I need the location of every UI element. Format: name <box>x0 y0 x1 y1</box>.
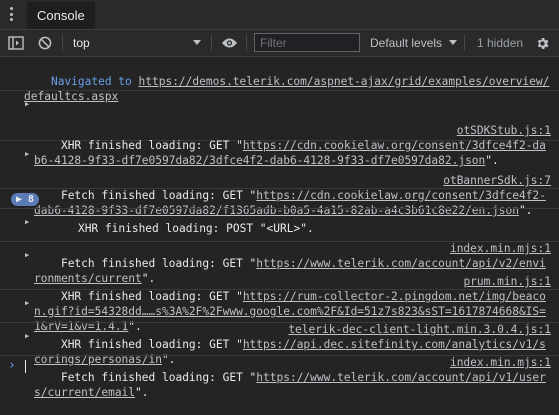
console-message-fetch: ▶ otBannerSdk.js:7 Fetch finished loadin… <box>0 141 559 217</box>
console-message-grouped: ▶ 8 XHR finished loading: POST "<URL>". <box>0 189 559 235</box>
console-message-xhr: ▶ prum.min.js:1 XHR finished loading: GE… <box>0 242 559 333</box>
console-toolbar: top Default levels 1 hidden <box>0 30 559 57</box>
expand-caret-icon[interactable]: ▶ <box>25 97 29 112</box>
drawer-tabbar: Console <box>0 0 559 30</box>
log-levels-dropdown[interactable]: Default levels <box>370 30 458 56</box>
console-messages[interactable]: Navigated to https://demos.telerik.com/a… <box>0 57 559 401</box>
expand-caret-icon[interactable]: ▶ <box>25 215 29 230</box>
sidebar-toggle-icon[interactable] <box>8 30 24 56</box>
live-expression-eye-icon[interactable] <box>221 30 238 56</box>
levels-chevron-down-icon <box>449 40 458 45</box>
console-settings-gear-icon[interactable] <box>535 30 550 56</box>
expand-caret-icon[interactable]: ▶ <box>25 147 29 162</box>
context-chevron-down-icon[interactable] <box>193 30 201 56</box>
repeat-count: 8 <box>28 194 35 205</box>
console-message-fetch: ▶ index.min.mjs:1 Fetch finished loading… <box>0 323 559 399</box>
message-prefix: Fetch finished loading: GET " <box>60 371 257 384</box>
source-link[interactable]: otBannerSdk.js:7 <box>443 173 551 188</box>
console-message-xhr: ▶ otSDKStub.js:1 XHR finished loading: G… <box>0 91 559 167</box>
expand-caret-icon[interactable]: ▶ <box>25 329 29 344</box>
filter-input[interactable] <box>254 33 360 52</box>
expand-caret-icon[interactable]: ▶ <box>25 248 29 263</box>
navigation-message: Navigated to https://demos.telerik.com/a… <box>0 57 559 103</box>
source-link[interactable]: index.min.mjs:1 <box>450 355 551 370</box>
console-prompt-chevron-icon: › <box>8 358 16 373</box>
source-link[interactable]: prum.min.js:1 <box>463 274 551 289</box>
navigated-to-text: Navigated to <box>50 75 139 88</box>
console-message-xhr: ▶ telerik-dec-client-light.min.3.0.4.js:… <box>0 290 559 366</box>
expand-caret-icon[interactable]: ▶ <box>25 296 29 311</box>
hidden-count: 1 hidden <box>477 36 524 50</box>
repeat-count-badge[interactable]: ▶ 8 <box>11 193 40 206</box>
context-label: top <box>73 36 90 50</box>
context-selector[interactable]: top <box>73 30 90 56</box>
tab-console[interactable]: Console <box>27 2 95 29</box>
log-levels-label: Default levels <box>370 36 443 50</box>
clear-console-icon[interactable] <box>38 30 52 56</box>
source-link[interactable]: otSDKStub.js:1 <box>457 123 551 138</box>
message-suffix: ". <box>135 386 149 399</box>
console-message-fetch: ▶ index.min.mjs:1 Fetch finished loading… <box>0 209 559 285</box>
console-input-cursor[interactable] <box>25 360 26 373</box>
more-tabs-icon[interactable] <box>9 7 13 21</box>
